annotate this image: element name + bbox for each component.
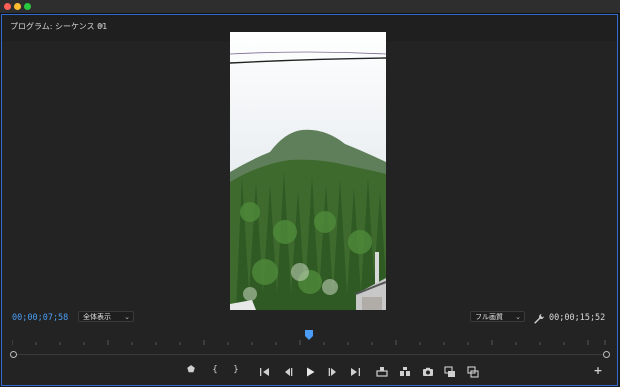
minimize-window-button[interactable] xyxy=(14,3,21,10)
duration-timecode: 00;00;15;52 xyxy=(549,313,606,323)
step-forward-icon[interactable] xyxy=(327,366,339,378)
current-timecode[interactable]: 00;00;07;58 xyxy=(12,313,68,323)
play-icon[interactable] xyxy=(304,366,316,378)
wrench-settings-icon[interactable] xyxy=(533,310,545,324)
chevron-down-icon: ⌄ xyxy=(515,313,521,321)
go-to-out-icon[interactable] xyxy=(349,366,361,378)
zoom-scroll-right-handle[interactable] xyxy=(603,351,610,358)
zoom-window-button[interactable] xyxy=(24,3,31,10)
video-frame-viewer xyxy=(230,32,386,310)
comparison-view-icon[interactable] xyxy=(444,366,456,378)
mark-in-icon[interactable]: { xyxy=(210,365,220,375)
step-back-icon[interactable] xyxy=(282,366,294,378)
window-titlebar xyxy=(0,0,620,14)
zoom-scroll-left-handle[interactable] xyxy=(10,351,17,358)
go-to-in-icon[interactable] xyxy=(259,366,271,378)
video-frame-image xyxy=(230,32,386,310)
chevron-down-icon: ⌄ xyxy=(124,313,130,321)
export-frame-icon[interactable] xyxy=(422,366,434,378)
playback-resolution-value: フル画質 xyxy=(475,313,503,321)
close-window-button[interactable] xyxy=(4,3,11,10)
mark-out-icon[interactable]: } xyxy=(231,365,241,375)
zoom-scroll-track[interactable] xyxy=(17,354,603,355)
playhead-handle[interactable] xyxy=(305,330,313,340)
toggle-proxies-icon[interactable] xyxy=(467,366,479,378)
playback-resolution-select[interactable]: フル画質 ⌄ xyxy=(470,311,525,322)
panel-menu-icon[interactable]: ≡ xyxy=(97,21,104,30)
add-marker-icon[interactable]: ⬟ xyxy=(186,365,196,375)
panel-title[interactable]: プログラム: シーケンス 01 xyxy=(10,21,107,32)
zoom-level-select[interactable]: 全体表示 ⌄ xyxy=(78,311,134,322)
button-editor-icon[interactable]: + xyxy=(593,364,603,377)
zoom-level-value: 全体表示 xyxy=(83,313,111,321)
lift-icon[interactable] xyxy=(376,366,388,378)
extract-icon[interactable] xyxy=(399,366,411,378)
